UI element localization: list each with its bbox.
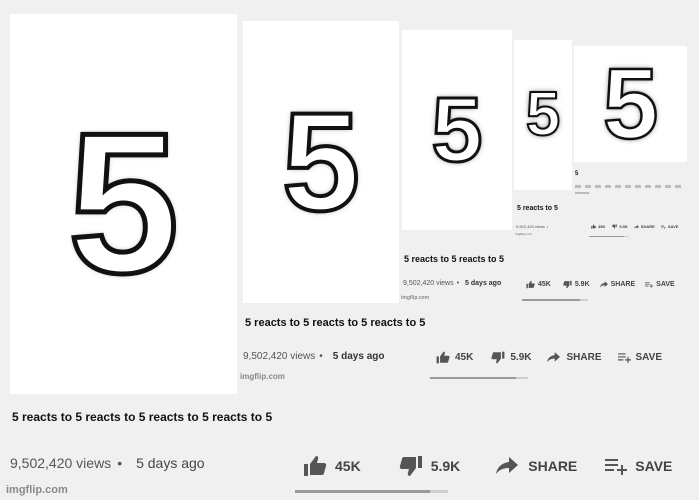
save-label: SAVE xyxy=(635,352,663,363)
imgflip-credit: imgflip.com xyxy=(515,232,532,236)
action-bar: 45K 5.9K SHARE SAVE xyxy=(436,351,662,364)
playlist-add-icon xyxy=(660,224,666,229)
meta-separator: • xyxy=(456,280,460,287)
share-label: SHARE xyxy=(528,458,578,474)
share-label: SHARE xyxy=(640,224,655,229)
tiny-meta-line xyxy=(575,185,685,188)
imgflip-credit: imgflip.com xyxy=(6,484,68,496)
thumbs-up-icon xyxy=(591,224,596,229)
action-bar: 45K 5.9K SHARE SAVE ••• xyxy=(303,455,699,477)
view-count: 9,502,420 views xyxy=(10,455,112,471)
thumbs-up-icon xyxy=(436,351,450,364)
action-bar: 45K 5.9K SHARE SAVE xyxy=(526,280,675,289)
video-meta: 9,502,420 views • 5 days ago xyxy=(243,351,385,362)
video-meta: 9,502,420 views • 5 days ago xyxy=(10,455,205,471)
meta-separator: • xyxy=(546,224,549,229)
dislike-count: 5.9K xyxy=(510,352,532,363)
dislike-count: 5.9K xyxy=(619,224,628,229)
share-arrow-icon xyxy=(599,281,608,288)
like-button[interactable]: 45K xyxy=(526,280,551,289)
video-meta: 9,502,420 views • 5 days ago xyxy=(403,280,501,287)
save-button[interactable]: SAVE xyxy=(617,352,663,363)
like-count: 45K xyxy=(335,458,361,474)
video-meta: 9,502,420 views • xyxy=(516,224,551,229)
dislike-count: 5.9K xyxy=(574,281,590,288)
thumbs-down-icon xyxy=(563,280,572,289)
video-title: 5 reacts to 5 reacts to 5 xyxy=(404,254,505,264)
dislike-button[interactable]: 5.9K xyxy=(612,224,628,229)
save-label: SAVE xyxy=(656,281,675,288)
share-arrow-icon xyxy=(496,457,519,474)
save-label: SAVE xyxy=(635,458,673,474)
thumbs-down-icon xyxy=(491,351,505,364)
sentiment-bar xyxy=(589,236,629,237)
share-button[interactable]: SHARE xyxy=(496,457,577,475)
video-player[interactable]: 5 xyxy=(574,46,687,162)
thumbs-down-icon xyxy=(399,456,422,476)
sentiment-bar xyxy=(522,299,588,301)
share-label: SHARE xyxy=(610,281,636,288)
playlist-add-icon xyxy=(617,353,631,363)
video-player[interactable]: 5 xyxy=(514,40,572,190)
like-ratio-fill xyxy=(430,377,517,379)
big-five-digit: 5 xyxy=(430,79,484,181)
dislike-button[interactable]: 5.9K xyxy=(563,280,590,289)
view-count: 9,502,420 views xyxy=(403,280,454,287)
dislike-button[interactable]: 5.9K xyxy=(491,351,531,364)
meta-separator: • xyxy=(117,455,123,471)
like-count: 45K xyxy=(538,281,551,288)
playlist-add-icon xyxy=(645,281,654,288)
video-title: 5 xyxy=(575,171,579,177)
share-button[interactable]: SHARE xyxy=(599,281,636,288)
like-button[interactable]: 45K xyxy=(303,455,361,477)
like-button[interactable]: 45K xyxy=(591,224,605,229)
like-ratio-fill xyxy=(589,236,625,237)
big-five-digit: 5 xyxy=(525,80,562,149)
big-five-digit: 5 xyxy=(65,92,181,315)
big-five-digit: 5 xyxy=(280,83,362,240)
dislike-button[interactable]: 5.9K xyxy=(399,455,461,477)
thumbs-up-icon xyxy=(304,456,327,476)
share-button[interactable]: SHARE xyxy=(633,224,655,229)
video-player[interactable]: 5 xyxy=(402,30,512,230)
sentiment-bar xyxy=(430,377,528,379)
tiny-meta-line xyxy=(575,192,589,194)
video-player[interactable]: 5 xyxy=(10,14,237,394)
view-count: 9,502,420 views xyxy=(243,351,316,362)
playlist-add-icon xyxy=(605,459,628,475)
upload-date: 5 days ago xyxy=(465,280,502,287)
video-title: 5 reacts to 5 reacts to 5 reacts to 5 xyxy=(245,317,426,329)
save-button[interactable]: SAVE xyxy=(660,224,679,229)
meta-separator: • xyxy=(319,351,323,362)
save-button[interactable]: SAVE xyxy=(645,281,675,288)
like-count: 45K xyxy=(598,224,606,229)
share-arrow-icon xyxy=(633,224,639,229)
imgflip-credit: imgflip.com xyxy=(240,372,285,381)
like-ratio-fill xyxy=(522,299,581,301)
save-button[interactable]: SAVE xyxy=(605,457,672,475)
share-label: SHARE xyxy=(566,352,602,363)
upload-date: 5 days ago xyxy=(136,455,205,471)
thumbs-up-icon xyxy=(526,280,535,289)
imgflip-credit: imgflip.com xyxy=(401,295,430,301)
share-arrow-icon xyxy=(547,352,561,363)
like-button[interactable]: 45K xyxy=(436,351,473,364)
like-ratio-fill xyxy=(295,490,430,493)
view-count: 9,502,420 views xyxy=(516,224,545,229)
share-button[interactable]: SHARE xyxy=(547,352,602,363)
save-label: SAVE xyxy=(667,224,679,229)
video-player[interactable]: 5 xyxy=(243,21,399,303)
thumbs-down-icon xyxy=(612,224,618,229)
video-title: 5 reacts to 5 xyxy=(517,205,558,212)
action-bar: 45K 5.9K SHARE SAVE xyxy=(591,224,678,229)
video-title: 5 reacts to 5 reacts to 5 reacts to 5 re… xyxy=(12,410,273,424)
sentiment-bar xyxy=(295,490,448,493)
dislike-count: 5.9K xyxy=(430,458,461,474)
big-five-digit: 5 xyxy=(601,48,659,160)
like-count: 45K xyxy=(455,352,474,363)
upload-date: 5 days ago xyxy=(332,351,385,362)
